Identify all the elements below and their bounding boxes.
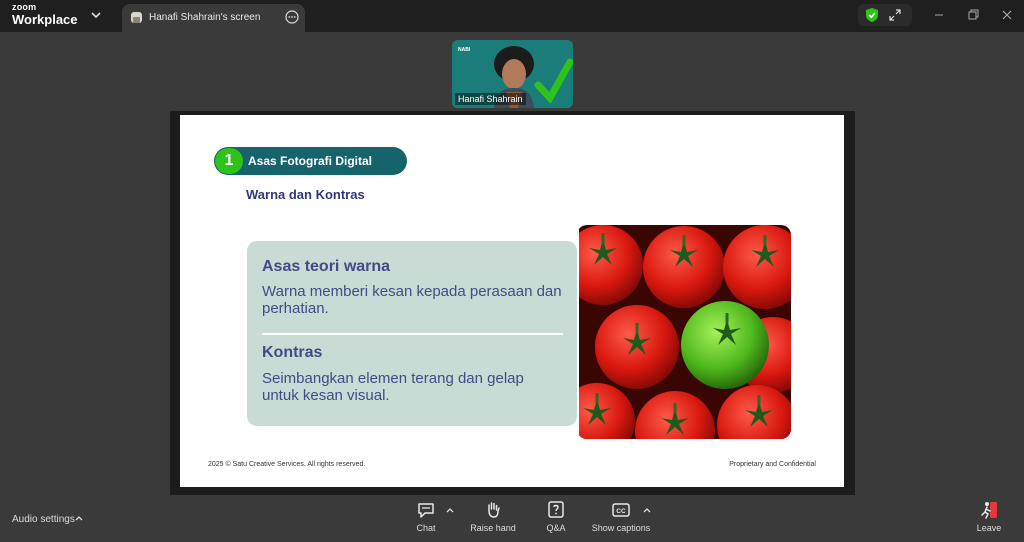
chevron-down-icon[interactable] (90, 9, 102, 21)
captions-caret-up-icon[interactable] (643, 506, 651, 514)
show-captions-button[interactable]: CC Show captions (590, 500, 652, 533)
audio-settings-button[interactable]: Audio settings (12, 514, 75, 525)
cc-icon: CC (612, 503, 630, 517)
meeting-status-pill (858, 4, 912, 26)
section-number: 1 (215, 148, 243, 174)
color-theory-text: Warna memberi kesan kepada perasaan dan … (262, 283, 562, 317)
screen-share-icon (131, 12, 142, 23)
leave-button[interactable]: Leave (972, 500, 1006, 533)
tab-title: Hanafi Shahrain's screen (149, 12, 261, 23)
zoom-workplace-logo: zoom Workplace (12, 2, 78, 27)
caret-up-icon[interactable] (75, 514, 83, 522)
contrast-heading: Kontras (262, 344, 323, 361)
info-card: Asas teori warna Warna memberi kesan kep… (247, 241, 577, 426)
tomatoes-photo (577, 225, 791, 439)
card-divider (262, 333, 563, 335)
tomatoes-image (577, 225, 791, 439)
chat-caret-up-icon[interactable] (446, 506, 454, 514)
presentation-slide: 1 Asas Fotografi Digital Warna dan Kontr… (180, 115, 844, 487)
screen-share-tab[interactable]: Hanafi Shahrain's screen (122, 4, 305, 32)
chat-bubble-icon (418, 503, 434, 518)
shield-check-icon[interactable] (865, 7, 879, 23)
chat-label: Chat (416, 523, 436, 533)
slide-footer-confidential: Proprietary and Confidential (729, 461, 816, 468)
participant-name: Hanafi Shahrain (455, 93, 526, 105)
close-icon[interactable] (1000, 8, 1014, 22)
nabi-logo-text: NABI (458, 47, 471, 53)
raise-hand-label: Raise hand (470, 523, 516, 533)
qa-button[interactable]: Q&A (542, 500, 570, 533)
expand-icon[interactable] (889, 9, 901, 21)
qa-label: Q&A (546, 523, 566, 533)
hand-icon (488, 502, 500, 518)
raise-hand-button[interactable]: Raise hand (470, 500, 516, 533)
logo-line2: Workplace (12, 12, 78, 27)
more-options-icon[interactable] (285, 10, 299, 24)
section-pill: 1 Asas Fotografi Digital (214, 147, 407, 175)
contrast-text: Seimbangkan elemen terang dan gelap untu… (262, 370, 524, 404)
show-captions-label: Show captions (591, 523, 651, 533)
restore-icon[interactable] (966, 8, 980, 22)
slide-footer-copyright: 2025 © Satu Creative Services. All right… (208, 461, 366, 468)
slide-subtitle: Warna dan Kontras (246, 187, 365, 202)
participant-video[interactable]: NABI Hanafi Shahrain (452, 40, 573, 108)
logo-line1: zoom (12, 2, 37, 12)
leave-person-icon (981, 502, 997, 519)
meeting-toolbar: Audio settings Chat Raise hand Q&A CC Sh… (0, 495, 1024, 542)
section-title: Asas Fotografi Digital (248, 154, 373, 168)
color-theory-heading: Asas teori warna (262, 258, 391, 275)
chat-button[interactable]: Chat (410, 500, 442, 533)
question-box-icon (548, 501, 564, 518)
title-bar: zoom Workplace Hanafi Shahrain's screen (0, 0, 1024, 32)
svg-text:CC: CC (616, 508, 626, 515)
minimize-icon[interactable] (932, 8, 946, 22)
leave-label: Leave (976, 523, 1002, 533)
